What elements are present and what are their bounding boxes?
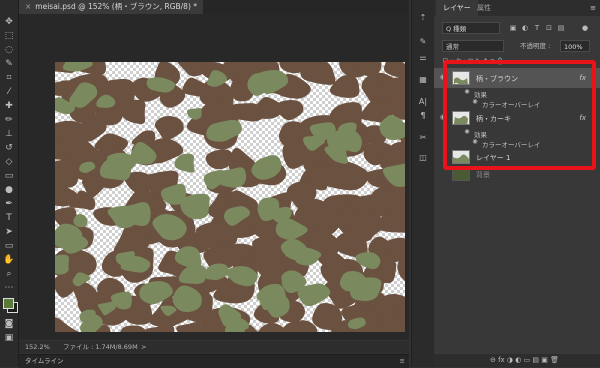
rectangle-tool-icon[interactable]: ▭ (2, 240, 16, 252)
layer-filter-row: Q 種類 ▣ ◐ T ⊡ ▤ ● (442, 22, 594, 34)
timeline-panel-tab[interactable]: タイムライン ≡ (19, 354, 409, 368)
pixel-filter-icon[interactable]: ▣ (508, 22, 518, 34)
move-tool-icon[interactable]: ✥ (2, 16, 16, 28)
shape-filter-icon[interactable]: ⊡ (544, 22, 554, 34)
opacity-label: 不透明度 : (520, 42, 551, 50)
crop-tool-icon[interactable]: ⌗ (2, 72, 16, 84)
document-tab-bar: × meisai.psd @ 152% (柄・ブラウン, RGB/8) * (19, 0, 409, 14)
panel-menu-icon[interactable]: ≡ (400, 355, 405, 368)
panel-tabs: レイヤー 属性 ≡ (434, 0, 600, 16)
screen-mode-icon[interactable]: ▣ (2, 332, 16, 344)
smart-object-filter-icon[interactable]: ▤ (556, 22, 566, 34)
document-tab-title: meisai.psd @ 152% (柄・ブラウン, RGB/8) * (35, 2, 198, 11)
opacity-field[interactable]: 100% (560, 40, 590, 52)
lasso-tool-icon[interactable]: ◌ (2, 44, 16, 56)
layers-panel-footer: ⊖ fx ◑ ◐ ▭ ▤ ▣ 🗑 (434, 354, 600, 367)
navigator-icon[interactable]: ◫ (417, 152, 429, 164)
healing-brush-tool-icon[interactable]: ✚ (2, 100, 16, 112)
filter-kind-select[interactable]: Q 種類 (442, 22, 500, 34)
foreground-color-swatch[interactable] (3, 298, 14, 309)
history-icon[interactable]: ⇡ (417, 12, 429, 24)
tools-toolbar: ✥ ⬚ ◌ ✎ ⌗ ⁄ ✚ ✏ ⊥ ↺ ◇ ▭ ● ✒ T ➤ ▭ ✋ ⌕ ⋯ … (0, 0, 19, 367)
type-tool-icon[interactable]: T (2, 212, 16, 224)
history-brush-tool-icon[interactable]: ↺ (2, 142, 16, 154)
eyedropper-tool-icon[interactable]: ⁄ (2, 86, 16, 98)
marquee-tool-icon[interactable]: ⬚ (2, 30, 16, 42)
tools-preset-icon[interactable]: ✂ (417, 132, 429, 144)
status-menu-arrow[interactable]: > (141, 341, 146, 353)
camouflage-canvas[interactable] (55, 62, 405, 332)
blend-row: 通常 不透明度 : 100% (442, 40, 594, 52)
camo-blob (55, 254, 69, 275)
canvas-workspace[interactable] (19, 14, 409, 340)
filter-toggle-icon[interactable]: ● (580, 22, 590, 34)
document-tab[interactable]: × meisai.psd @ 152% (柄・ブラウン, RGB/8) * (19, 0, 204, 14)
pen-tool-icon[interactable]: ✒ (2, 198, 16, 210)
close-tab-icon[interactable]: × (25, 2, 31, 11)
zoom-tool-icon[interactable]: ⌕ (2, 268, 16, 280)
zoom-level[interactable]: 152.2% (25, 341, 50, 353)
file-size-info: ファイル : 1.74M/8.69M (63, 343, 138, 351)
panel-footer-icons[interactable]: ⊖ fx ◑ ◐ ▭ ▤ ▣ 🗑 (490, 354, 559, 367)
adjustments-icon[interactable]: ⚌ (417, 52, 429, 64)
character-icon[interactable]: A| (417, 96, 429, 108)
brush-settings-icon[interactable]: ✎ (417, 36, 429, 48)
quick-select-tool-icon[interactable]: ✎ (2, 58, 16, 70)
brush-tool-icon[interactable]: ✏ (2, 114, 16, 126)
more-tools-icon[interactable]: ⋯ (2, 282, 16, 294)
blend-mode-select[interactable]: 通常 (442, 40, 504, 52)
libraries-icon[interactable]: ▦ (417, 74, 429, 86)
panel-dock: ⇡ ✎ ⚌ ▦ A| ¶ ✂ ◫ (411, 0, 435, 367)
gradient-tool-icon[interactable]: ▭ (2, 170, 16, 182)
adjustment-filter-icon[interactable]: ◐ (520, 22, 530, 34)
hand-tool-icon[interactable]: ✋ (2, 254, 16, 266)
layer-name[interactable]: 背景 (476, 170, 490, 180)
eraser-tool-icon[interactable]: ◇ (2, 156, 16, 168)
paragraph-icon[interactable]: ¶ (417, 110, 429, 122)
red-highlight-box (443, 60, 596, 170)
quick-mask-icon[interactable]: ◙ (2, 318, 16, 330)
path-select-tool-icon[interactable]: ➤ (2, 226, 16, 238)
stamp-tool-icon[interactable]: ⊥ (2, 128, 16, 140)
dodge-tool-icon[interactable]: ● (2, 184, 16, 196)
panel-menu-icon[interactable]: ≡ (590, 0, 596, 16)
tab-properties[interactable]: 属性 (470, 0, 498, 16)
status-bar: 152.2% ファイル : 1.74M/8.69M > (19, 341, 409, 353)
timeline-label: タイムライン (25, 357, 64, 365)
type-filter-icon[interactable]: T (532, 22, 542, 34)
layers-panel: レイヤー 属性 ≡ Q 種類 ▣ ◐ T ⊡ ▤ ● 通常 不透明度 : 100… (434, 0, 600, 367)
